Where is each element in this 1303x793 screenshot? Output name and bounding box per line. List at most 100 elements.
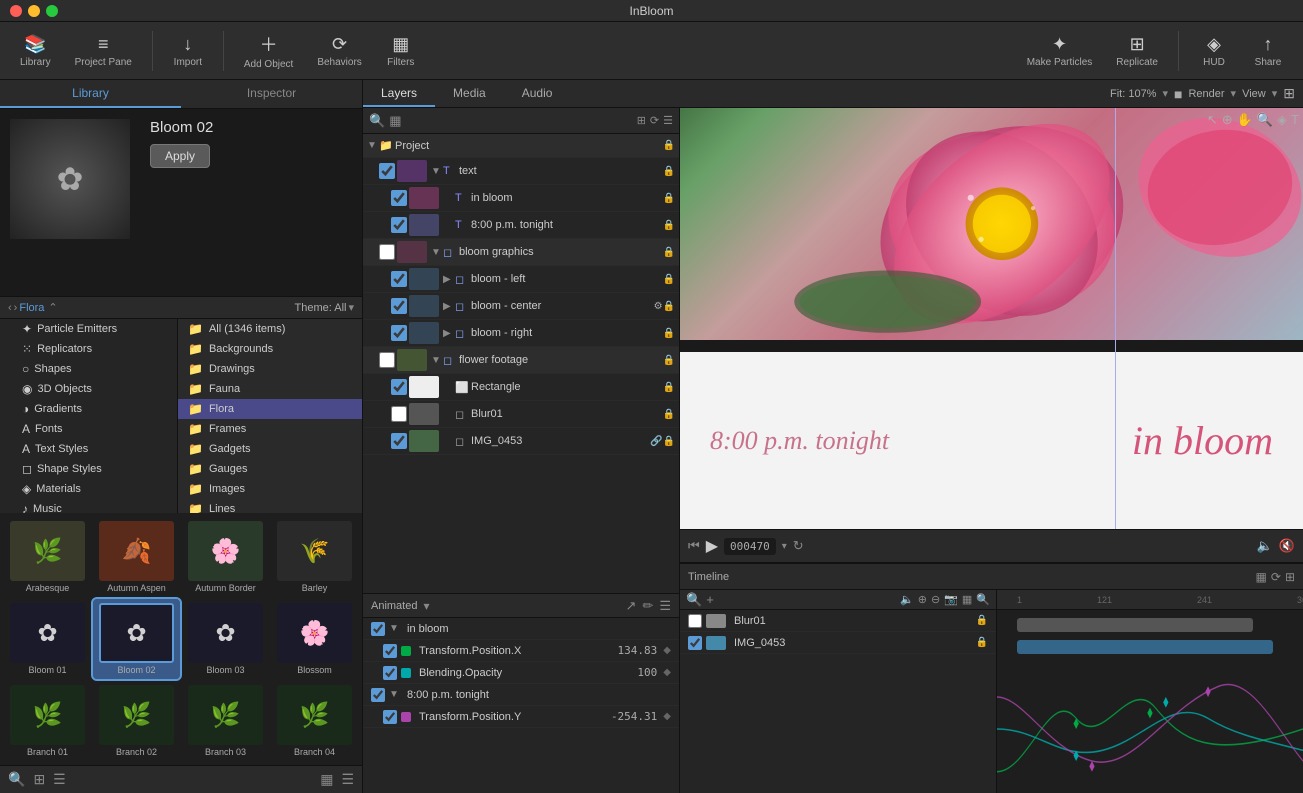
track-img0453-checkbox[interactable] [688, 636, 702, 650]
layer-img0453[interactable]: ◻ IMG_0453 🔗 🔒 [363, 428, 679, 455]
flower-footage-checkbox[interactable] [379, 352, 395, 368]
anim-pos-y-checkbox[interactable] [383, 710, 397, 724]
tab-library[interactable]: Library [0, 80, 181, 108]
blur01-track-bar[interactable] [1017, 618, 1253, 632]
anim-8pm-expand[interactable]: ▼ [389, 689, 403, 700]
project-pane-tool[interactable]: ≡ Project Pane [65, 30, 142, 72]
animated-cursor-icon[interactable]: ↗ [626, 598, 637, 614]
canvas-transform-tool[interactable]: ◈ [1277, 112, 1287, 128]
behaviors-tool[interactable]: ⟳ Behaviors [307, 30, 371, 72]
anim-8pm-checkbox[interactable] [371, 688, 385, 702]
bloom-right-checkbox[interactable] [391, 325, 407, 341]
apply-button[interactable]: Apply [150, 144, 210, 168]
cat-particle-emitters[interactable]: ✦ Particle Emitters [0, 319, 177, 339]
anim-position-x[interactable]: Transform.Position.X 134.83 ◆ [363, 640, 679, 662]
close-button[interactable] [10, 5, 22, 17]
layers-refresh-icon[interactable]: ⟳ [650, 114, 659, 127]
fit-dropdown-icon[interactable]: ▾ [1162, 87, 1168, 100]
theme-dropdown-icon[interactable]: ▾ [348, 301, 354, 314]
fullscreen-button[interactable] [46, 5, 58, 17]
img0453-track-bar[interactable] [1017, 640, 1273, 654]
share-tool[interactable]: ↑ Share [1243, 30, 1293, 72]
mute-icon[interactable]: 🔇 [1279, 538, 1295, 554]
tab-media[interactable]: Media [435, 80, 504, 107]
thumb-barley[interactable]: 🌾 Barley [271, 517, 358, 597]
subcat-frames[interactable]: 📁 Frames [178, 419, 362, 439]
grid-view-icon[interactable]: ▦ [320, 771, 333, 788]
theme-label[interactable]: Theme: All [295, 302, 347, 314]
anim-opacity-checkbox[interactable] [383, 666, 397, 680]
view-dropdown[interactable]: ▾ [1272, 87, 1278, 100]
thumb-bloom03[interactable]: ✿ Bloom 03 [182, 599, 269, 679]
animated-options-icon[interactable]: ☰ [659, 598, 671, 614]
tracks-audio-icon[interactable]: 🔈 [900, 593, 914, 606]
layer-bloom-graphics[interactable]: ▼ ◻ bloom graphics 🔒 [363, 239, 679, 266]
thumb-autumn-aspen[interactable]: 🍂 Autumn Aspen [93, 517, 180, 597]
color-mode-icon[interactable]: ■ [1174, 86, 1182, 102]
canvas-anchor-tool[interactable]: ⊕ [1222, 112, 1233, 128]
breadcrumb-forward-icon[interactable]: › [14, 302, 18, 314]
layers-add-icon[interactable]: ⊞ [637, 114, 646, 127]
canvas-text-tool[interactable]: T [1291, 112, 1299, 128]
list-icon[interactable]: ☰ [53, 771, 66, 788]
thumb-bloom01[interactable]: ✿ Bloom 01 [4, 599, 91, 679]
breadcrumb-category[interactable]: Flora [19, 302, 44, 314]
minimize-button[interactable] [28, 5, 40, 17]
subcat-gauges[interactable]: 📁 Gauges [178, 459, 362, 479]
thumb-bloom02[interactable]: ✿ Bloom 02 [93, 599, 180, 679]
tracks-add-icon[interactable]: + [706, 592, 714, 607]
anim-pos-x-checkbox[interactable] [383, 644, 397, 658]
thumb-arabesque[interactable]: 🌿 Arabesque [4, 517, 91, 597]
render-button[interactable]: Render [1188, 88, 1224, 100]
img0453-checkbox[interactable] [391, 433, 407, 449]
layers-search-icon[interactable]: 🔍 [369, 113, 385, 129]
bloom-right-expand-icon[interactable]: ▶ [443, 328, 455, 339]
rewind-start-icon[interactable]: ⏮ [688, 538, 700, 554]
canvas-cursor-tool[interactable]: ↖ [1207, 112, 1218, 128]
cat-replicators[interactable]: ⁙ Replicators [0, 339, 177, 359]
audio-icon[interactable]: 🔈 [1257, 538, 1273, 554]
canvas-pan-tool[interactable]: ✋ [1237, 112, 1253, 128]
anim-pos-x-keyframe[interactable]: ◆ [663, 645, 671, 656]
subcat-fauna[interactable]: 📁 Fauna [178, 379, 362, 399]
anim-in-bloom-expand[interactable]: ▼ [389, 623, 403, 634]
thumb-branch04[interactable]: 🌿 Branch 04 [271, 681, 358, 761]
thumb-autumn-border[interactable]: 🌸 Autumn Border [182, 517, 269, 597]
tl-expand-icon[interactable]: ⊞ [1285, 570, 1295, 584]
layer-flower-footage[interactable]: ▼ ◻ flower footage 🔒 [363, 347, 679, 374]
cat-gradients[interactable]: ◑ Gradients [0, 399, 177, 419]
bloom-center-checkbox[interactable] [391, 298, 407, 314]
layer-bloom-center[interactable]: ▶ ◻ bloom - center ⚙ 🔒 [363, 293, 679, 320]
thumb-branch02[interactable]: 🌿 Branch 02 [93, 681, 180, 761]
make-particles-tool[interactable]: ✦ Make Particles [1017, 30, 1103, 72]
bloom-left-expand-icon[interactable]: ▶ [443, 274, 455, 285]
bloom-center-expand-icon[interactable]: ▶ [443, 301, 455, 312]
rectangle-checkbox[interactable] [391, 379, 407, 395]
tl-snap-icon[interactable]: ▦ [1256, 570, 1267, 584]
tab-inspector[interactable]: Inspector [181, 80, 362, 108]
cat-3d-objects[interactable]: ◉ 3D Objects [0, 379, 177, 399]
in-bloom-checkbox[interactable] [391, 190, 407, 206]
layer-bloom-right[interactable]: ▶ ◻ bloom - right 🔒 [363, 320, 679, 347]
cat-shape-styles[interactable]: ◻ Shape Styles [0, 459, 177, 479]
flower-footage-expand-icon[interactable]: ▼ [431, 355, 443, 366]
canvas-zoom-tool[interactable]: 🔍 [1257, 112, 1273, 128]
tracks-zoom-in[interactable]: ⊕ [918, 593, 927, 606]
tracks-zoom-out[interactable]: ⊖ [931, 593, 940, 606]
thumb-blossom[interactable]: 🌸 Blossom [271, 599, 358, 679]
loop-icon[interactable]: ↻ [793, 538, 804, 554]
thumb-branch01[interactable]: 🌿 Branch 01 [4, 681, 91, 761]
8pm-checkbox[interactable] [391, 217, 407, 233]
breadcrumb-back-icon[interactable]: ‹ [8, 302, 12, 314]
timecode-dropdown[interactable]: ▾ [782, 541, 787, 552]
layers-options-icon[interactable]: ☰ [663, 114, 673, 127]
fit-label[interactable]: Fit: 107% [1110, 88, 1156, 100]
subcat-all[interactable]: 📁 All (1346 items) [178, 319, 362, 339]
tracks-search-icon2[interactable]: 🔍 [976, 593, 990, 606]
anim-pos-y-keyframe[interactable]: ◆ [663, 711, 671, 722]
bloom-left-checkbox[interactable] [391, 271, 407, 287]
blur01-checkbox[interactable] [391, 406, 407, 422]
aspect-icon[interactable]: ⊞ [1283, 85, 1295, 102]
anim-in-bloom-checkbox[interactable] [371, 622, 385, 636]
layer-bloom-left[interactable]: ▶ ◻ bloom - left 🔒 [363, 266, 679, 293]
